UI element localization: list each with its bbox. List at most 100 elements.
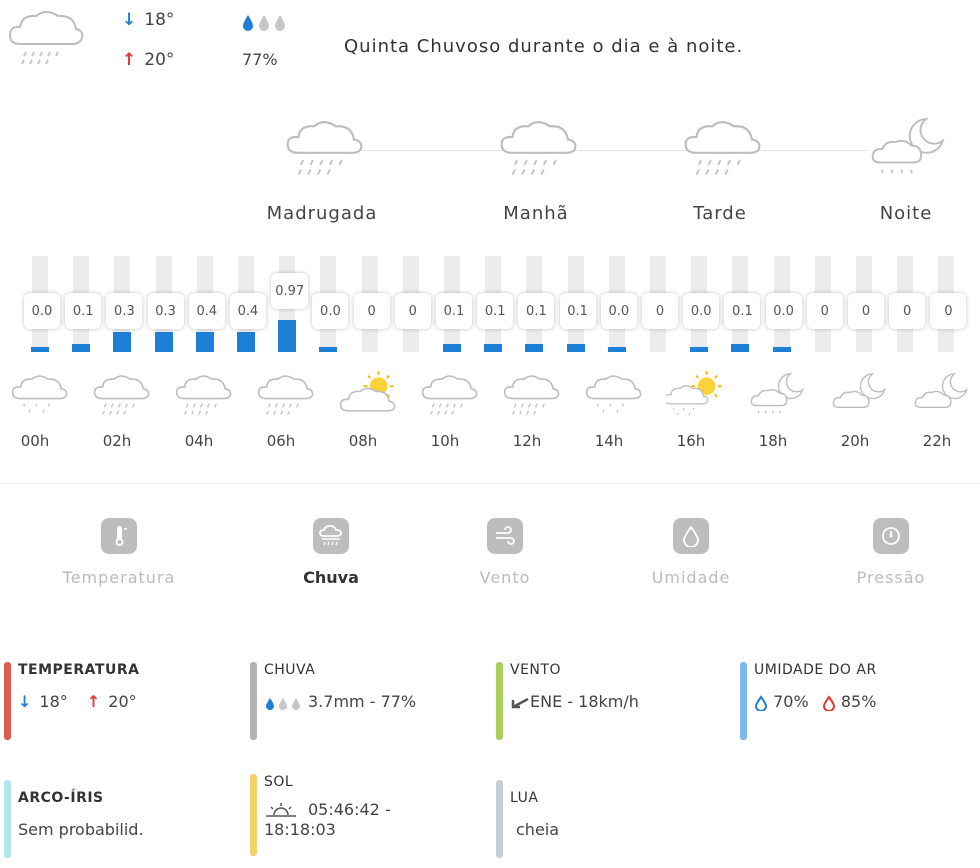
sun-rain-cloud-icon bbox=[663, 366, 726, 428]
precip-bar bbox=[31, 347, 49, 352]
tab-chuva[interactable]: Chuva bbox=[246, 518, 416, 587]
precip-value-bubble: 0.0 bbox=[600, 293, 637, 329]
light-rain-cloud-icon bbox=[10, 366, 70, 428]
gauge-icon bbox=[873, 518, 909, 554]
precip-value-bubble: 0.3 bbox=[106, 293, 143, 329]
precip-value-bubble: 0.1 bbox=[724, 293, 761, 329]
precip-bar bbox=[484, 344, 503, 352]
stat-chuva: CHUVA 3.7mm - 77% bbox=[250, 662, 494, 740]
section-divider bbox=[0, 483, 980, 484]
moon-rain-cloud-icon bbox=[868, 116, 950, 184]
hour-label: 22h bbox=[922, 432, 952, 450]
tab-temperatura[interactable]: Temperatura bbox=[34, 518, 204, 587]
sun-cloud-icon bbox=[338, 366, 398, 428]
arrow-down-icon: ↓ bbox=[18, 692, 32, 711]
sunrise-icon bbox=[266, 802, 296, 817]
precip-bar bbox=[278, 320, 297, 352]
precip-bar bbox=[566, 344, 585, 352]
droplet-icon bbox=[673, 518, 709, 554]
droplet-max-icon bbox=[822, 694, 835, 712]
rain-cloud-icon bbox=[498, 116, 580, 184]
stat-stripe bbox=[496, 780, 503, 858]
rain-cloud-icon bbox=[682, 116, 764, 184]
rain-drops-icon bbox=[266, 697, 300, 710]
precip-value-bubble: 0.0 bbox=[312, 293, 349, 329]
tab-vento[interactable]: Vento bbox=[420, 518, 590, 587]
precip-value-bubble: 0.4 bbox=[188, 293, 225, 329]
rain-icon bbox=[313, 518, 349, 554]
hour-label: 16h bbox=[676, 432, 706, 450]
tab-pressao[interactable]: Pressão bbox=[806, 518, 976, 587]
period-connector-line bbox=[328, 150, 868, 151]
thermometer-icon bbox=[101, 518, 137, 554]
precip-value-bubble: 0 bbox=[848, 293, 884, 329]
period-label: Madrugada bbox=[266, 203, 378, 224]
rain-cloud-icon bbox=[256, 366, 316, 428]
stat-stripe bbox=[250, 662, 257, 740]
rain-cloud-icon bbox=[420, 366, 480, 428]
hour-label: 10h bbox=[430, 432, 460, 450]
stat-stripe bbox=[4, 780, 11, 858]
summary-min-temp: ↓ 18° bbox=[122, 10, 175, 30]
precip-bar bbox=[525, 344, 544, 352]
summary-rain-cloud-icon bbox=[6, 6, 84, 70]
precip-value-bubble: 0 bbox=[394, 293, 431, 329]
precip-value-bubble: 0 bbox=[806, 293, 843, 329]
period-label: Tarde bbox=[693, 203, 747, 224]
precip-bar bbox=[237, 332, 255, 352]
precip-value-bubble: 0 bbox=[642, 293, 678, 329]
arrow-up-icon: ↑ bbox=[86, 692, 101, 711]
hour-label: 12h bbox=[512, 432, 542, 450]
stat-temperatura: TEMPERATURA ↓ 18° ↑ 20° bbox=[4, 662, 248, 740]
precip-bar bbox=[72, 344, 91, 352]
precip-bar bbox=[319, 347, 338, 352]
stat-arco-iris: ARCO-ÍRIS Sem probabilid. bbox=[4, 780, 248, 858]
rain-drops-icon bbox=[240, 12, 296, 36]
rain-cloud-icon bbox=[284, 116, 366, 184]
arrow-up-icon: ↑ bbox=[122, 50, 137, 70]
hour-label: 02h bbox=[102, 432, 132, 450]
tab-umidade[interactable]: Umidade bbox=[606, 518, 776, 587]
precip-bar bbox=[195, 332, 214, 352]
wind-icon bbox=[487, 518, 523, 554]
stat-stripe bbox=[4, 662, 11, 740]
droplet-min-icon bbox=[754, 694, 768, 712]
hour-label: 08h bbox=[348, 432, 378, 450]
precip-value-bubble: 0.0 bbox=[24, 293, 60, 329]
period-label: Noite bbox=[879, 203, 933, 224]
day-description: Quinta Chuvoso durante o dia e à noite. bbox=[344, 36, 744, 57]
precip-value-bubble: 0.1 bbox=[559, 293, 596, 329]
hour-label: 06h bbox=[266, 432, 296, 450]
precip-value-bubble: 0.1 bbox=[477, 293, 514, 329]
rain-cloud-icon bbox=[174, 366, 234, 428]
precip-value-bubble: 0.1 bbox=[65, 293, 102, 329]
stat-stripe bbox=[496, 662, 503, 740]
precip-value-bubble: 0.1 bbox=[436, 293, 472, 329]
precip-bar bbox=[690, 347, 709, 352]
precip-bar bbox=[772, 347, 791, 352]
moon-cloud-icon bbox=[912, 366, 972, 428]
precip-value-bubble: 0.3 bbox=[147, 293, 184, 329]
rain-cloud-icon bbox=[502, 366, 562, 428]
hour-label: 04h bbox=[184, 432, 214, 450]
precip-bar bbox=[443, 344, 461, 352]
precip-value-bubble: 0 bbox=[889, 293, 926, 329]
hour-label: 18h bbox=[758, 432, 788, 450]
precip-bar bbox=[731, 344, 750, 352]
moon-rain-cloud-icon bbox=[748, 366, 808, 428]
precip-value-bubble: 0 bbox=[930, 293, 967, 329]
moon-cloud-icon bbox=[830, 366, 890, 428]
hour-label: 00h bbox=[20, 432, 50, 450]
stat-vento: VENTO ENE - 18km/h bbox=[496, 662, 740, 740]
precip-value-bubble: 0.4 bbox=[230, 293, 266, 329]
wind-direction-arrow-icon bbox=[511, 697, 529, 708]
hour-label: 20h bbox=[840, 432, 870, 450]
precip-bar bbox=[154, 332, 173, 352]
precip-value-bubble: 0 bbox=[353, 293, 390, 329]
precip-value-bubble: 0.1 bbox=[518, 293, 555, 329]
precip-value-bubble: 0.0 bbox=[683, 293, 720, 329]
stat-lua: LUA cheia bbox=[496, 780, 740, 858]
stat-sol: SOL 05:46:42 - 18:18:03 bbox=[250, 774, 494, 856]
precip-value-bubble: 0.97 bbox=[271, 273, 309, 309]
stat-umidade: UMIDADE DO AR 70% 85% bbox=[740, 662, 980, 740]
